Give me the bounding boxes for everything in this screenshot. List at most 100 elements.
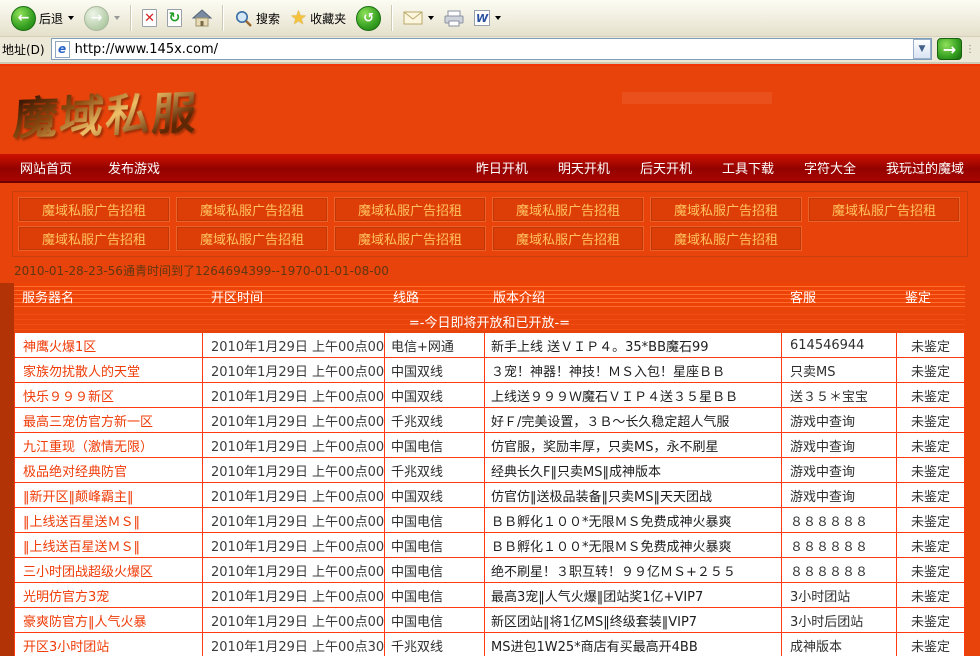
ad-slot[interactable]: 魔域私服广告招租 — [18, 226, 170, 251]
server-name-cell[interactable]: ‖上线送百星送ＭＳ‖ — [15, 533, 203, 557]
line-cell: 中国双线 — [385, 483, 485, 507]
verify-cell: 未鉴定 — [897, 608, 964, 632]
ad-slot[interactable]: 魔域私服广告招租 — [176, 197, 328, 222]
open-time-cell: 2010年1月29日 上午00点00分 — [203, 483, 385, 507]
back-label: 后退 — [39, 10, 63, 27]
word-edit-button[interactable]: W — [469, 8, 506, 28]
open-time-cell: 2010年1月29日 上午00点00分 — [203, 533, 385, 557]
home-icon — [192, 9, 212, 27]
version-desc-cell: ＢＢ孵化１００*无限ＭＳ免费成神火暴爽 — [485, 533, 782, 557]
verify-cell: 未鉴定 — [897, 358, 964, 382]
support-cell: 成神版本 — [782, 633, 897, 656]
server-name-cell[interactable]: 快乐９９９新区 — [15, 383, 203, 407]
open-time-cell: 2010年1月29日 上午00点00分 — [203, 508, 385, 532]
line-cell: 中国电信 — [385, 608, 485, 632]
verify-cell: 未鉴定 — [897, 433, 964, 457]
server-name-cell[interactable]: 九江重现（激情无限） — [15, 433, 203, 457]
col-header-open-time: 开区时间 — [203, 287, 385, 306]
table-row: ‖新开区‖颠峰霸主‖2010年1月29日 上午00点00分中国双线仿官仿‖送极品… — [15, 483, 964, 508]
nav-item-glyph-library[interactable]: 字符大全 — [804, 158, 856, 177]
support-cell: 送３５＊宝宝 — [782, 383, 897, 407]
mail-icon — [403, 11, 423, 25]
version-desc-cell: 最高3宠‖人气火爆‖团站奖1亿+VIP7 — [485, 583, 782, 607]
ad-slot[interactable]: 魔域私服广告招租 — [492, 197, 644, 222]
nav-item-day-after-open[interactable]: 后天开机 — [640, 158, 692, 177]
support-cell: ８８８８８８ — [782, 533, 897, 557]
server-name-cell[interactable]: 极品绝对经典防官 — [15, 458, 203, 482]
page-content: 魔域私服 网站首页 发布游戏 昨日开机 明天开机 后天开机 工具下载 字符大全 我玩过的魔域… — [0, 64, 980, 656]
version-desc-cell: ３宠！神器！神技！ＭＳ入包！星座ＢＢ — [485, 358, 782, 382]
nav-item-tomorrow-open[interactable]: 明天开机 — [558, 158, 610, 177]
ie-page-icon: e — [55, 41, 70, 58]
table-row: 快乐９９９新区2010年1月29日 上午00点00分中国双线上线送９９９Ｗ魔石Ｖ… — [15, 383, 964, 408]
ad-slot[interactable]: 魔域私服广告招租 — [492, 226, 644, 251]
server-name-cell[interactable]: ‖上线送百星送ＭＳ‖ — [15, 508, 203, 532]
line-cell: 中国电信 — [385, 433, 485, 457]
ad-slot[interactable]: 魔域私服广告招租 — [808, 197, 960, 222]
refresh-button[interactable]: ↻ — [162, 7, 187, 29]
address-dropdown-button[interactable]: ▼ — [913, 39, 931, 59]
mail-button[interactable] — [398, 9, 439, 27]
edit-dropdown-icon[interactable] — [495, 16, 501, 20]
line-cell: 电信+网通 — [385, 333, 485, 357]
forward-button[interactable]: → — [79, 4, 125, 33]
ad-slot[interactable]: 魔域私服广告招租 — [650, 197, 802, 222]
ad-slot[interactable]: 魔域私服广告招租 — [176, 226, 328, 251]
back-icon: ← — [11, 6, 36, 31]
toolbar-grip: ⋮ — [965, 44, 976, 55]
mail-dropdown-icon[interactable] — [428, 16, 434, 20]
ad-slot[interactable]: 魔域私服广告招租 — [334, 226, 486, 251]
favorites-label: 收藏夹 — [310, 10, 346, 27]
ad-slot[interactable]: 魔域私服广告招租 — [18, 197, 170, 222]
search-label: 搜索 — [256, 10, 280, 27]
stop-button[interactable]: ✕ — [137, 7, 162, 29]
ad-slot[interactable]: 魔域私服广告招租 — [334, 197, 486, 222]
open-time-cell: 2010年1月29日 上午00点00分 — [203, 433, 385, 457]
line-cell: 中国电信 — [385, 583, 485, 607]
version-desc-cell: 好Ｆ/完美设置，３Ｂ～长久稳定超人气服 — [485, 408, 782, 432]
server-name-cell[interactable]: 豪爽防官方‖人气火暴 — [15, 608, 203, 632]
forward-dropdown-icon — [114, 16, 120, 20]
nav-item-home[interactable]: 网站首页 — [20, 158, 72, 177]
server-name-cell[interactable]: 最高三宠仿官方新一区 — [15, 408, 203, 432]
nav-item-yesterday-open[interactable]: 昨日开机 — [476, 158, 528, 177]
server-name-cell[interactable]: 神鹰火爆1区 — [15, 333, 203, 357]
history-icon: ↺ — [356, 6, 381, 31]
forward-icon: → — [84, 6, 109, 31]
site-header: 魔域私服 — [0, 66, 980, 154]
print-button[interactable] — [439, 8, 469, 29]
col-header-support: 客服 — [782, 287, 897, 306]
support-cell: 游戏中查询 — [782, 483, 897, 507]
server-name-cell[interactable]: 光明仿官方3宠 — [15, 583, 203, 607]
server-name-cell[interactable]: 开区3小时团站 — [15, 633, 203, 656]
ad-banner-grid: 魔域私服广告招租魔域私服广告招租魔域私服广告招租魔域私服广告招租魔域私服广告招租… — [12, 191, 968, 257]
site-logo[interactable]: 魔域私服 — [11, 77, 200, 147]
nav-item-publish[interactable]: 发布游戏 — [108, 158, 160, 177]
ad-row: 魔域私服广告招租魔域私服广告招租魔域私服广告招租魔域私服广告招租魔域私服广告招租 — [15, 224, 965, 253]
table-row: 最高三宠仿官方新一区2010年1月29日 上午00点00分千兆双线好Ｆ/完美设置… — [15, 408, 964, 433]
server-name-cell[interactable]: ‖新开区‖颠峰霸主‖ — [15, 483, 203, 507]
nav-item-tools-download[interactable]: 工具下载 — [722, 158, 774, 177]
ad-slot[interactable]: 魔域私服广告招租 — [650, 226, 802, 251]
favorites-button[interactable]: ★ 收藏夹 — [285, 7, 351, 30]
table-header-row: 服务器名开区时间线路版本介绍客服鉴定 — [14, 283, 965, 310]
address-input[interactable]: e http://www.145x.com/ ▼ — [51, 38, 932, 60]
line-cell: 中国电信 — [385, 533, 485, 557]
server-name-cell[interactable]: 三小时团战超级火爆区 — [15, 558, 203, 582]
server-name-cell[interactable]: 家族勿扰散人的天堂 — [15, 358, 203, 382]
support-cell: ８８８８８８ — [782, 558, 897, 582]
search-button[interactable]: 搜索 — [229, 7, 285, 30]
address-bar: 地址(D) e http://www.145x.com/ ▼ → ⋮ — [0, 37, 980, 64]
history-button[interactable]: ↺ — [351, 4, 386, 33]
refresh-icon: ↻ — [167, 9, 182, 27]
nav-left-group: 网站首页 发布游戏 — [20, 158, 196, 177]
word-icon: W — [474, 10, 490, 26]
support-cell: 3小时团站 — [782, 583, 897, 607]
go-button[interactable]: → — [937, 38, 962, 60]
nav-item-my-played[interactable]: 我玩过的魔域 — [886, 158, 964, 177]
back-dropdown-icon[interactable] — [68, 16, 74, 20]
home-button[interactable] — [187, 7, 217, 29]
back-button[interactable]: ← 后退 — [6, 4, 79, 33]
time-ticker-text: 2010-01-28-23-56通青时间到了1264694399--1970-0… — [14, 263, 980, 279]
open-time-cell: 2010年1月29日 上午00点00分 — [203, 358, 385, 382]
